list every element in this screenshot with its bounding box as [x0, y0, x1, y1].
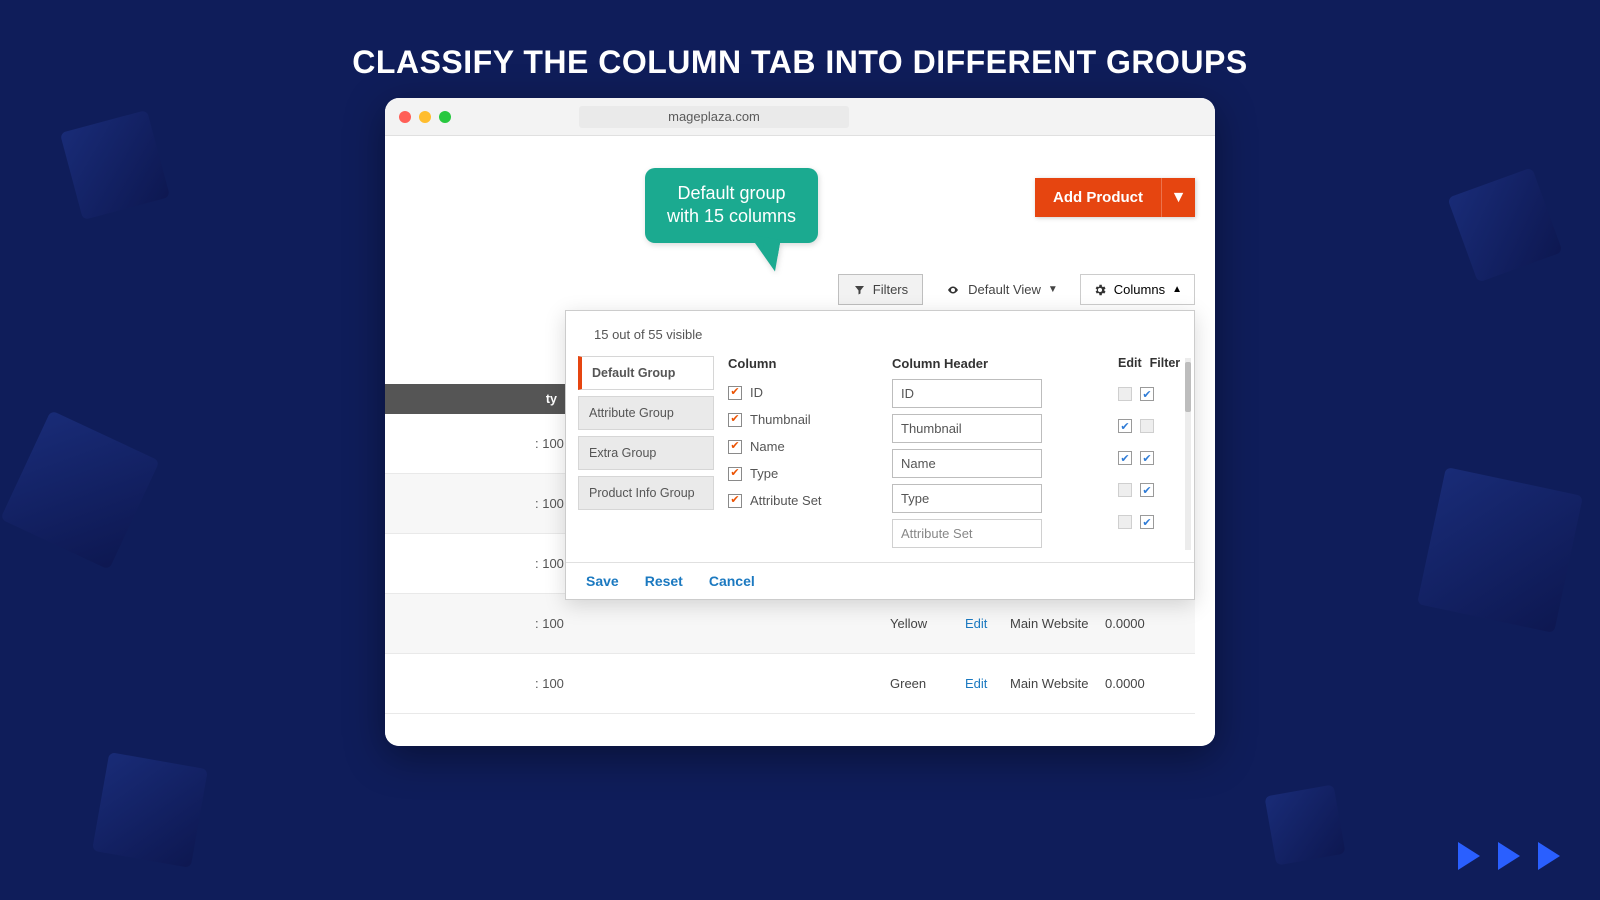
decorative-cube — [92, 752, 208, 868]
column-checkbox[interactable] — [728, 413, 742, 427]
caret-down-icon: ▼ — [1048, 284, 1058, 295]
cell-website: Main Website — [1010, 616, 1089, 631]
cell-qty: : 100 — [535, 556, 564, 571]
cancel-button[interactable]: Cancel — [709, 573, 755, 589]
group-list: Default Group Attribute Group Extra Grou… — [578, 356, 714, 554]
column-checkbox[interactable] — [728, 494, 742, 508]
columns-label: Columns — [1114, 282, 1165, 297]
cell-qty: : 100 — [535, 676, 564, 691]
filter-checkbox[interactable] — [1140, 483, 1154, 497]
default-view-label: Default View — [968, 282, 1041, 297]
save-button[interactable]: Save — [586, 573, 619, 589]
caret-up-icon: ▲ — [1172, 284, 1182, 295]
page-title: CLASSIFY THE COLUMN TAB INTO DIFFERENT G… — [0, 0, 1600, 81]
browser-window: mageplaza.com Default group with 15 colu… — [385, 98, 1215, 746]
minimize-dot-icon — [419, 111, 431, 123]
visible-columns-summary: 15 out of 55 visible — [566, 325, 1194, 356]
edit-checkbox — [1118, 515, 1132, 529]
column-checkbox[interactable] — [728, 467, 742, 481]
row-edit-link[interactable]: Edit — [965, 616, 987, 631]
column-name: Thumbnail — [750, 412, 811, 427]
cell-number: 0.0000 — [1105, 616, 1145, 631]
table-row[interactable]: : 100 Green Edit Main Website 0.0000 — [385, 654, 1195, 714]
edit-checkbox — [1118, 483, 1132, 497]
column-name: ID — [750, 385, 763, 400]
column-header-input[interactable] — [892, 519, 1042, 548]
filter-checkbox[interactable] — [1140, 515, 1154, 529]
filter-heading: Filter — [1150, 356, 1181, 370]
filter-checkbox[interactable] — [1140, 387, 1154, 401]
group-tab-attribute[interactable]: Attribute Group — [578, 396, 714, 430]
default-view-button[interactable]: Default View ▼ — [939, 275, 1064, 304]
column-header-input[interactable] — [892, 449, 1042, 478]
row-edit-link[interactable]: Edit — [965, 676, 987, 691]
panel-scrollbar[interactable] — [1184, 358, 1191, 550]
add-product-dropdown[interactable]: ▼ — [1161, 178, 1195, 217]
column-header-input[interactable] — [892, 414, 1042, 443]
callout-line: with 15 columns — [667, 205, 796, 228]
column-header-heading: Column Header — [892, 356, 1104, 371]
decorative-cube — [1447, 167, 1562, 282]
column-name: Type — [750, 466, 778, 481]
callout-line: Default group — [667, 182, 796, 205]
edit-checkbox[interactable] — [1118, 419, 1132, 433]
column-header-input[interactable] — [892, 379, 1042, 408]
maximize-dot-icon — [439, 111, 451, 123]
callout-bubble: Default group with 15 columns — [645, 168, 818, 243]
decorative-cube — [60, 110, 170, 220]
caret-down-icon: ▼ — [1171, 189, 1187, 207]
table-row[interactable]: : 100 Yellow Edit Main Website 0.0000 — [385, 594, 1195, 654]
cell-website: Main Website — [1010, 676, 1089, 691]
filters-button[interactable]: Filters — [838, 274, 923, 305]
columns-button[interactable]: Columns ▲ — [1080, 274, 1195, 305]
cell-number: 0.0000 — [1105, 676, 1145, 691]
cell-color: Green — [890, 676, 926, 691]
close-dot-icon — [399, 111, 411, 123]
funnel-icon — [853, 284, 866, 296]
edit-heading: Edit — [1118, 356, 1142, 370]
column-heading: Column — [728, 356, 878, 371]
gear-icon — [1093, 283, 1107, 297]
decorative-arrows — [1458, 842, 1560, 870]
reset-button[interactable]: Reset — [645, 573, 683, 589]
grid-header-fragment: ty — [385, 384, 565, 414]
group-tab-extra[interactable]: Extra Group — [578, 436, 714, 470]
add-product-button[interactable]: Add Product ▼ — [1035, 178, 1195, 217]
edit-checkbox — [1118, 387, 1132, 401]
decorative-cube — [0, 410, 159, 569]
edit-checkbox[interactable] — [1118, 451, 1132, 465]
cell-qty: : 100 — [535, 436, 564, 451]
filters-label: Filters — [873, 282, 908, 297]
group-tab-default[interactable]: Default Group — [578, 356, 714, 390]
column-name: Name — [750, 439, 785, 454]
decorative-cube — [1417, 467, 1583, 633]
group-tab-product-info[interactable]: Product Info Group — [578, 476, 714, 510]
column-checkbox[interactable] — [728, 440, 742, 454]
add-product-label[interactable]: Add Product — [1035, 178, 1161, 217]
eye-icon — [945, 284, 961, 296]
filter-checkbox — [1140, 419, 1154, 433]
url-bar[interactable]: mageplaza.com — [579, 106, 849, 128]
cell-qty: : 100 — [535, 496, 564, 511]
decorative-cube — [1264, 784, 1345, 865]
columns-panel: 15 out of 55 visible Default Group Attri… — [565, 310, 1195, 600]
column-name: Attribute Set — [750, 493, 822, 508]
filter-checkbox[interactable] — [1140, 451, 1154, 465]
column-checkbox[interactable] — [728, 386, 742, 400]
cell-qty: : 100 — [535, 616, 564, 631]
cell-color: Yellow — [890, 616, 927, 631]
column-header-input[interactable] — [892, 484, 1042, 513]
browser-chrome: mageplaza.com — [385, 98, 1215, 136]
